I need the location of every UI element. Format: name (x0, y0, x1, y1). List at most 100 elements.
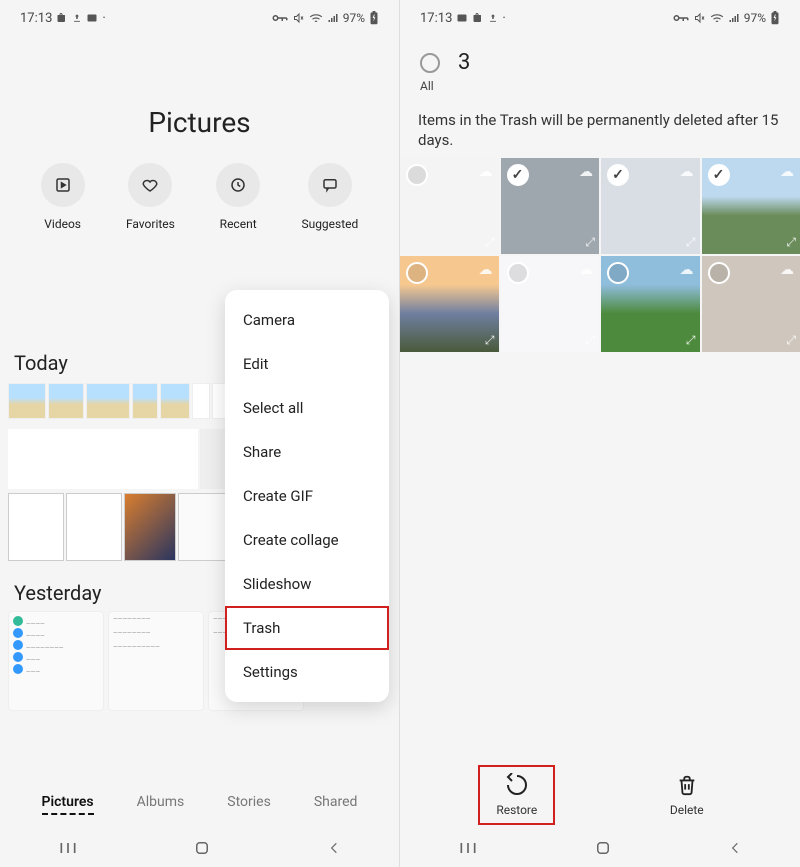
restore-label: Restore (496, 803, 537, 817)
expand-icon: ⤢ (485, 235, 495, 250)
category-label: Videos (44, 217, 81, 231)
trash-tile[interactable]: ☁ ⤢ (400, 158, 499, 254)
thumbnail[interactable] (8, 383, 46, 419)
bottom-actions: Restore Delete (400, 765, 800, 825)
thumbnail[interactable] (192, 383, 210, 419)
tab-albums[interactable]: Albums (137, 794, 185, 815)
menu-item-create-gif[interactable]: Create GIF (225, 474, 389, 518)
tile-checkbox[interactable] (607, 262, 629, 284)
thumbnail[interactable]: ———————— ———————— —————————— (108, 611, 204, 711)
thumbnail[interactable] (8, 493, 64, 561)
image-icon (456, 12, 468, 24)
bag-icon (472, 12, 484, 24)
cloud-icon: ☁ (680, 164, 694, 180)
menu-item-slideshow[interactable]: Slideshow (225, 562, 389, 606)
trash-header: 3 (400, 36, 800, 77)
thumbnail[interactable]: ———— ———— ———————— ——— ——— (8, 611, 104, 711)
cloud-icon: ☁ (780, 164, 794, 180)
category-recent[interactable]: Recent (216, 163, 260, 231)
tile-checkbox[interactable] (507, 262, 529, 284)
category-favorites[interactable]: Favorites (126, 163, 175, 231)
back-icon[interactable] (327, 839, 341, 857)
back-icon[interactable] (728, 839, 742, 857)
trash-tile[interactable]: ☁ ⤢ (501, 158, 600, 254)
home-icon[interactable] (594, 839, 612, 857)
thumbnail[interactable] (66, 493, 122, 561)
expand-icon: ⤢ (686, 235, 696, 250)
restore-button[interactable]: Restore (478, 765, 555, 825)
play-icon (54, 176, 72, 194)
trash-tile[interactable]: ☁ ⤢ (601, 158, 700, 254)
select-all-checkbox[interactable] (420, 53, 440, 73)
cloud-icon: ☁ (780, 262, 794, 278)
battery-icon (369, 11, 379, 25)
bottom-tabs: Pictures Albums Stories Shared (0, 780, 399, 829)
trash-tile[interactable]: ☁ ⤢ (601, 256, 700, 352)
recents-icon[interactable] (458, 840, 478, 856)
phone-left-gallery: 17:13 · 97% (0, 0, 400, 867)
select-all-label: All (400, 79, 800, 93)
signal-icon (728, 12, 740, 24)
category-videos[interactable]: Videos (41, 163, 85, 231)
thumbnail[interactable] (178, 493, 230, 561)
trash-tile[interactable]: ☁ ⤢ (702, 158, 800, 254)
restore-icon (505, 773, 529, 797)
thumbnail[interactable] (160, 383, 190, 419)
recents-icon[interactable] (58, 840, 78, 856)
thumbnail[interactable] (132, 383, 158, 419)
home-icon[interactable] (193, 839, 211, 857)
tile-checkbox[interactable] (708, 164, 730, 186)
thumbnail[interactable] (48, 383, 84, 419)
delete-button[interactable]: Delete (652, 765, 722, 825)
expand-icon: ⤢ (786, 235, 796, 250)
battery-icon (770, 11, 780, 25)
category-label: Recent (220, 217, 257, 231)
wifi-icon (309, 12, 323, 24)
battery-pct: 97% (744, 11, 766, 25)
status-bar: 17:13 · 97% (0, 0, 399, 36)
tile-checkbox[interactable] (406, 262, 428, 284)
category-row: Videos Favorites Recent Suggested (0, 139, 399, 241)
menu-item-settings[interactable]: Settings (225, 650, 389, 694)
status-bar: 17:13 · 97% (400, 0, 800, 36)
menu-item-edit[interactable]: Edit (225, 342, 389, 386)
status-time: 17:13 (20, 11, 52, 26)
cloud-icon: ☁ (479, 164, 493, 180)
cloud-icon: ☁ (579, 262, 593, 278)
trash-note: Items in the Trash will be permanently d… (400, 93, 800, 158)
battery-pct: 97% (343, 11, 365, 25)
tile-checkbox[interactable] (507, 164, 529, 186)
trash-tile[interactable]: ☁ ⤢ (501, 256, 600, 352)
tile-checkbox[interactable] (406, 164, 428, 186)
menu-item-camera[interactable]: Camera (225, 298, 389, 342)
dot-icon: · (102, 11, 105, 26)
delete-label: Delete (670, 803, 704, 817)
message-icon (321, 176, 339, 194)
expand-icon: ⤢ (585, 333, 595, 348)
menu-item-select-all[interactable]: Select all (225, 386, 389, 430)
trash-grid: ☁ ⤢ ☁ ⤢ ☁ ⤢ ☁ ⤢ ☁ ⤢ ☁ ⤢ ☁ (400, 158, 800, 352)
category-label: Suggested (301, 217, 358, 231)
trash-tile[interactable]: ☁ ⤢ (400, 256, 499, 352)
tile-checkbox[interactable] (607, 164, 629, 186)
menu-item-share[interactable]: Share (225, 430, 389, 474)
trash-tile[interactable]: ☁ ⤢ (702, 256, 800, 352)
tab-stories[interactable]: Stories (227, 794, 271, 815)
thumbnail[interactable] (8, 429, 198, 489)
thumbnail[interactable] (124, 493, 176, 561)
menu-item-create-collage[interactable]: Create collage (225, 518, 389, 562)
menu-item-trash[interactable]: Trash (225, 606, 389, 650)
thumbnail[interactable] (86, 383, 130, 419)
clock-icon (229, 176, 247, 194)
wifi-icon (710, 12, 724, 24)
nav-bar (0, 829, 399, 867)
tile-checkbox[interactable] (708, 262, 730, 284)
nav-bar (400, 829, 800, 867)
category-suggested[interactable]: Suggested (301, 163, 358, 231)
vpn-icon (271, 13, 289, 23)
tab-pictures[interactable]: Pictures (42, 794, 94, 815)
heart-icon (141, 176, 159, 194)
cloud-icon: ☁ (479, 262, 493, 278)
tab-shared[interactable]: Shared (314, 794, 358, 815)
vpn-icon (672, 13, 690, 23)
